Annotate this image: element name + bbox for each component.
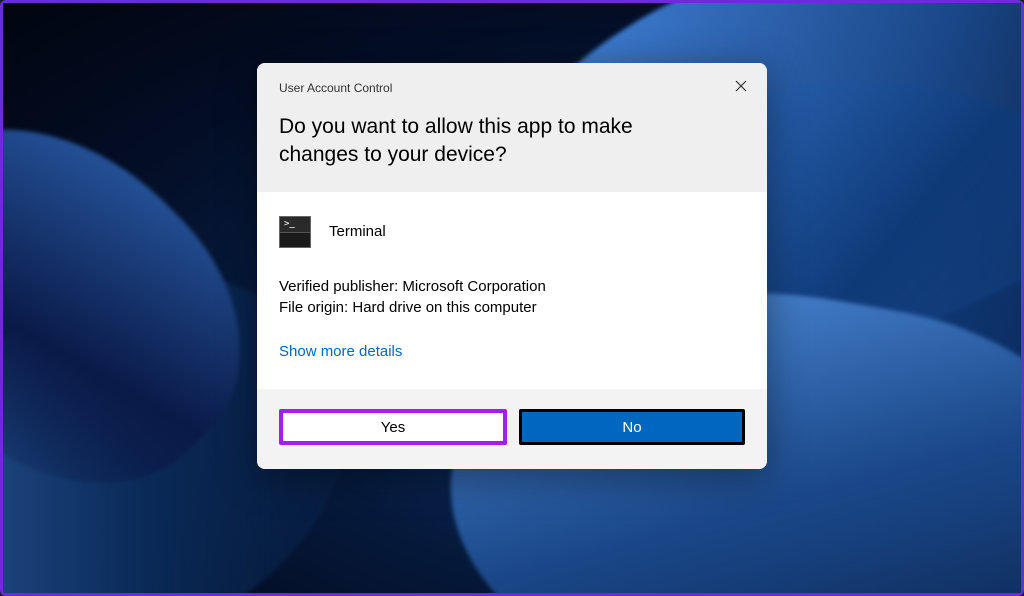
app-row: >_ Terminal xyxy=(279,216,745,248)
yes-button[interactable]: Yes xyxy=(279,409,507,445)
publisher-line: Verified publisher: Microsoft Corporatio… xyxy=(279,276,745,298)
dialog-title-small: User Account Control xyxy=(279,81,745,95)
no-button[interactable]: No xyxy=(519,409,745,445)
dialog-body: >_ Terminal Verified publisher: Microsof… xyxy=(257,192,767,390)
origin-line: File origin: Hard drive on this computer xyxy=(279,297,745,319)
dialog-footer: Yes No xyxy=(257,389,767,469)
app-name: Terminal xyxy=(329,223,386,240)
close-icon xyxy=(735,79,747,96)
close-button[interactable] xyxy=(729,75,753,99)
app-info: Verified publisher: Microsoft Corporatio… xyxy=(279,276,745,320)
show-more-details-link[interactable]: Show more details xyxy=(279,343,402,360)
dialog-title-large: Do you want to allow this app to make ch… xyxy=(279,113,745,170)
dialog-header: User Account Control Do you want to allo… xyxy=(257,63,767,192)
uac-dialog: User Account Control Do you want to allo… xyxy=(257,63,767,469)
terminal-icon: >_ xyxy=(279,216,311,248)
